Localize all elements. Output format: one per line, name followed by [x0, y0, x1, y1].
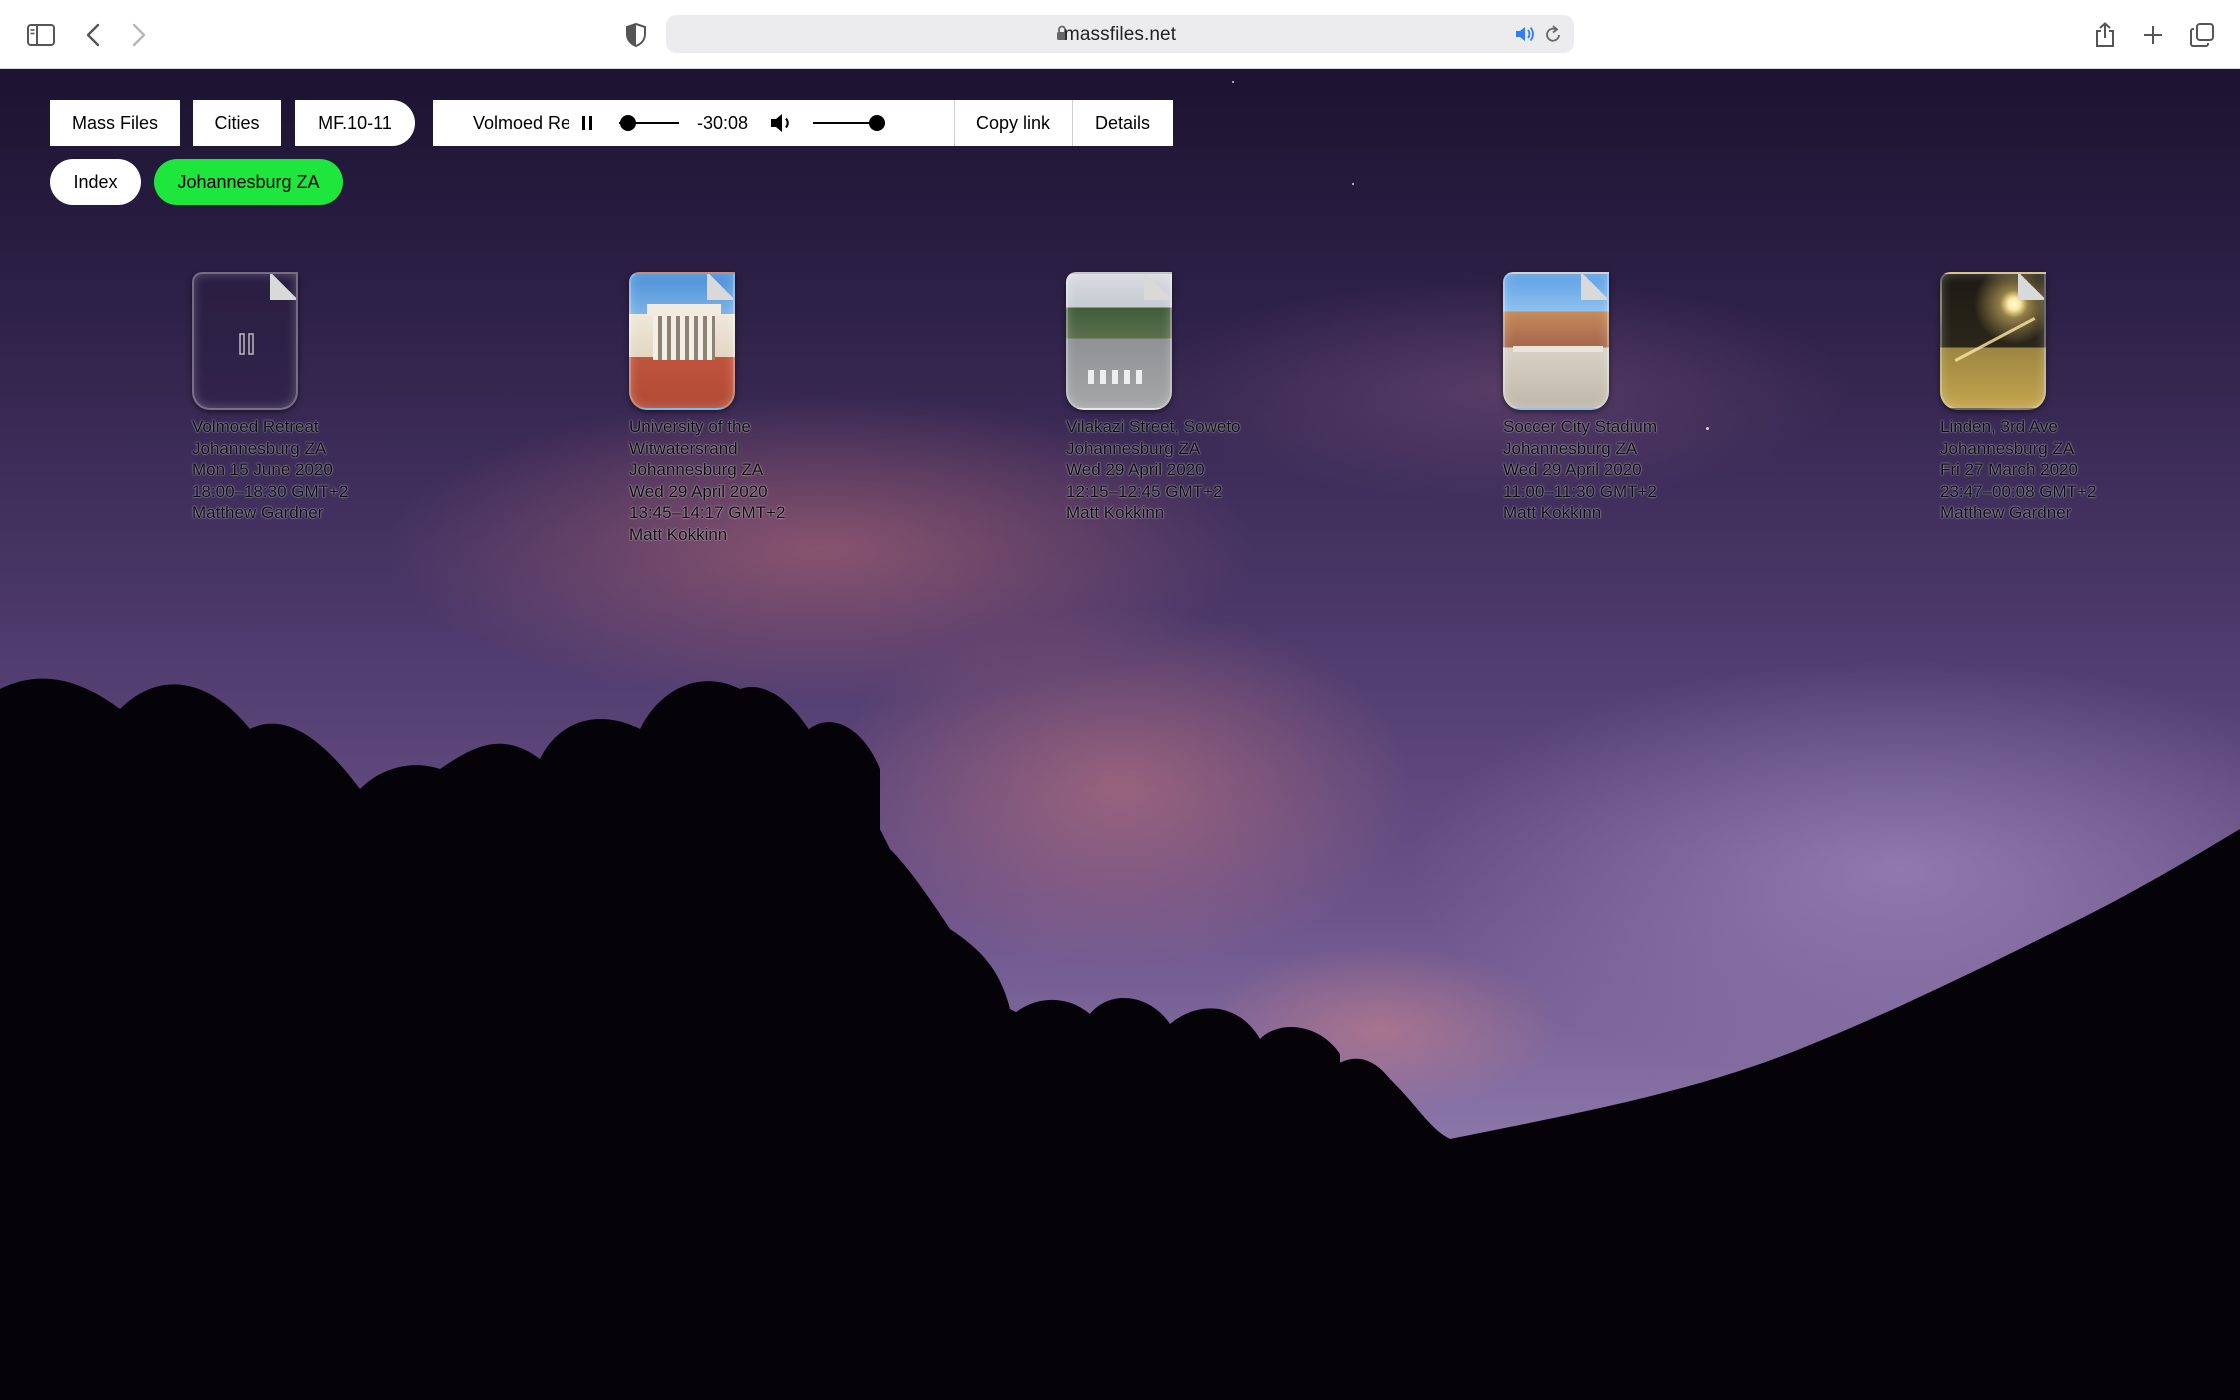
cities-button[interactable]: Cities [193, 100, 281, 146]
file-title: Witwatersrand [629, 438, 738, 458]
reload-icon[interactable] [1544, 24, 1562, 44]
file-author: Matt Kokkinn [1503, 503, 1602, 522]
file-time: 18:00–18:30 GMT+2 [192, 481, 349, 501]
plus-icon[interactable] [2136, 18, 2170, 52]
sidebar-icon[interactable] [24, 18, 58, 52]
building-roof [647, 304, 721, 316]
index-button[interactable]: Index [50, 159, 141, 205]
speaker-icon[interactable] [1514, 24, 1536, 44]
browser-toolbar: massfiles.net [0, 0, 2240, 69]
light-beam [1954, 317, 2036, 362]
share-icon[interactable] [2088, 18, 2122, 52]
file-title: Vilakazi Street, Soweto [1066, 417, 1241, 436]
file-caption: Volmoed Retreat Johannesburg ZA Mon 15 J… [192, 416, 348, 524]
file-author: Matthew Gardner [1940, 503, 2072, 522]
university-building-thumbnail[interactable] [629, 272, 735, 410]
time-remaining: -30:08 [697, 113, 749, 133]
details-button[interactable]: Details [1095, 113, 1150, 134]
file-time: 13:45–14:17 GMT+2 [629, 503, 786, 522]
landscape-silhouette [0, 678, 2240, 1400]
crosswalk [1088, 370, 1148, 384]
tabs-overview-icon[interactable] [2185, 18, 2219, 52]
file-date: Wed 29 April 2020 [629, 481, 768, 501]
volume-icon[interactable] [769, 112, 795, 139]
file-caption: Soccer City Stadium Johannesburg ZA Wed … [1503, 416, 1657, 524]
page-fold [270, 274, 296, 300]
file-date: Mon 15 June 2020 [192, 460, 333, 479]
file-date: Wed 29 April 2020 [1066, 460, 1205, 479]
railing [1513, 346, 1603, 352]
file-city: Johannesburg ZA [629, 460, 764, 479]
volume-slider[interactable] [813, 114, 885, 132]
url-host: massfiles.net [1063, 24, 1177, 45]
divider [1072, 100, 1073, 146]
street-crossing-thumbnail[interactable] [1066, 272, 1172, 410]
file-author: Matt Kokkinn [629, 524, 728, 544]
chevron-left-icon[interactable] [76, 18, 110, 52]
page-fold [2018, 274, 2044, 300]
file-title: Soccer City Stadium [1503, 417, 1657, 436]
file-title: Volmoed Retreat [192, 417, 319, 436]
file-icon[interactable] [192, 272, 298, 410]
page-fold [1581, 274, 1607, 300]
file-time: 23:47–00:08 GMT+2 [1940, 481, 2097, 501]
now-playing-title: Volmoed Retreat [473, 113, 569, 133]
file-city: Johannesburg ZA [1940, 438, 2075, 458]
progress-knob[interactable] [620, 115, 637, 131]
file-title: Linden, 3rd Ave [1940, 417, 2058, 436]
address-bar[interactable]: massfiles.net [666, 15, 1574, 53]
file-title: University of the [629, 417, 751, 436]
city-filter-button[interactable]: Johannesburg ZA [154, 159, 343, 205]
file-author: Matthew Gardner [192, 503, 324, 522]
stadium-thumbnail[interactable] [1503, 272, 1609, 410]
file-time: 11:00–11:30 GMT+2 [1503, 481, 1657, 501]
volume-knob[interactable] [869, 115, 885, 131]
audio-player: Volmoed Retreat -30:08 Copy link Details [433, 100, 1173, 146]
shield-icon[interactable] [619, 18, 653, 52]
copy-link-button[interactable]: Copy link [976, 113, 1050, 134]
page-background: Mass Files Cities MF.10-11 Volmoed Retre… [0, 69, 2240, 1400]
page-fold [707, 274, 733, 300]
file-caption: Vilakazi Street, Soweto Johannesburg ZA … [1066, 416, 1241, 524]
file-date: Fri 27 March 2020 [1940, 460, 2078, 479]
file-time: 12:15–12:45 GMT+2 [1066, 481, 1223, 501]
progress-slider[interactable] [619, 114, 679, 132]
divider [954, 100, 955, 146]
pause-icon[interactable] [581, 114, 593, 137]
building-columns [653, 316, 715, 360]
page-fold [1144, 274, 1170, 300]
pause-icon[interactable] [238, 332, 256, 361]
night-street-light-thumbnail[interactable] [1940, 272, 2046, 410]
file-city: Johannesburg ZA [1503, 438, 1638, 458]
file-caption: Linden, 3rd Ave Johannesburg ZA Fri 27 M… [1940, 416, 2096, 524]
chevron-right-icon[interactable] [122, 18, 156, 52]
edition-button[interactable]: MF.10-11 [295, 100, 415, 146]
mass-files-button[interactable]: Mass Files [50, 100, 180, 146]
file-date: Wed 29 April 2020 [1503, 460, 1642, 479]
file-caption: University of the Witwatersrand Johannes… [629, 416, 785, 545]
file-author: Matt Kokkinn [1066, 503, 1165, 522]
file-city: Johannesburg ZA [1066, 438, 1201, 458]
file-city: Johannesburg ZA [192, 438, 327, 458]
